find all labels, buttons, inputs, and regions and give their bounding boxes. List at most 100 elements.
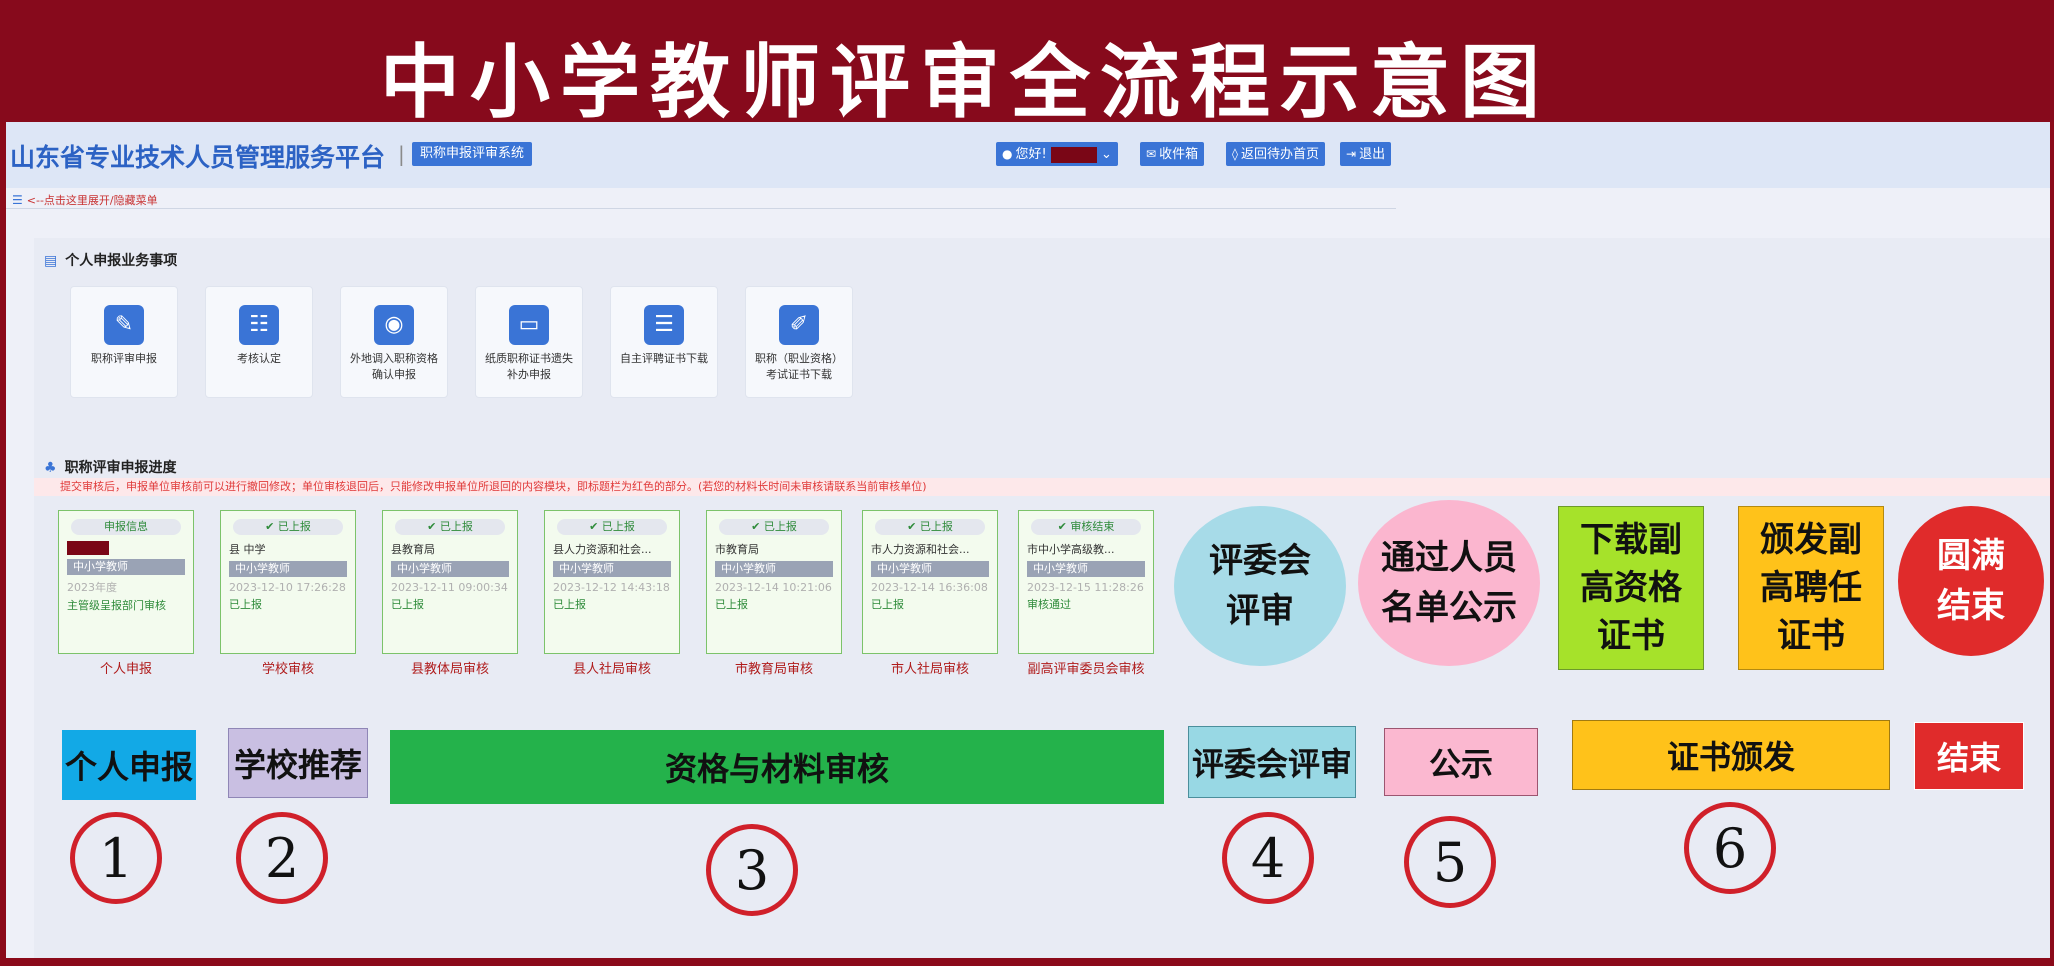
issue-certificate-box: 颁发副高聘任证书 — [1738, 506, 1884, 670]
logout-button[interactable]: ⇥ 退出 — [1340, 142, 1392, 166]
pencil-edit-icon: ✐ — [779, 305, 819, 345]
progress-section-title: ♣ 职称评审申报进度 — [44, 460, 177, 476]
page-title: 中小学教师评审全流程示意图 — [380, 35, 1550, 129]
tile-self-certificate-download[interactable]: ☰ 自主评聘证书下载 — [610, 286, 718, 398]
phase-committee-review: 评委会评审 — [1188, 726, 1356, 798]
divider — [6, 208, 1396, 209]
card-role: 中小学教师 — [715, 561, 833, 577]
progress-card[interactable]: ✔ 已上报 县 中学 中小学教师 2023-12-10 17:26:28 已上报 — [220, 510, 356, 654]
card-time: 2023-12-14 10:21:06 — [715, 581, 832, 594]
logout-icon: ⇥ — [1346, 147, 1357, 161]
card-unit: 县教育局 — [391, 543, 435, 556]
card-time: 2023-12-12 14:43:18 — [553, 581, 670, 594]
user-menu-button[interactable]: ● 您好! ⌄ — [996, 142, 1118, 166]
phase-certificate-issue: 证书颁发 — [1572, 720, 1890, 790]
download-certificate-box: 下载副高资格证书 — [1558, 506, 1704, 670]
org-chart-icon: ♣ — [44, 460, 57, 476]
card-status-header: ✔ 已上报 — [719, 519, 829, 535]
system-badge[interactable]: 职称申报评审系统 — [412, 142, 533, 166]
progress-card[interactable]: ✔ 已上报 县人力资源和社会... 中小学教师 2023-12-12 14:43… — [544, 510, 680, 654]
card-caption: 市教育局审核 — [734, 662, 813, 677]
map-pin-icon: ◉ — [374, 305, 414, 345]
step-number: 3 — [706, 824, 798, 916]
card-caption: 个人申报 — [99, 662, 152, 677]
step-number: 2 — [236, 812, 328, 904]
document-edit-icon: ✎ — [104, 305, 144, 345]
step-number: 4 — [1222, 812, 1314, 904]
card-role: 中小学教师 — [67, 559, 185, 575]
card-role: 中小学教师 — [1027, 561, 1145, 577]
business-section-title: ▤ 个人申报业务事项 — [44, 253, 178, 269]
card-role: 中小学教师 — [871, 561, 989, 577]
phase-school-recommendation: 学校推荐 — [228, 728, 368, 798]
user-document-icon: ☷ — [239, 305, 279, 345]
tile-title-review-application[interactable]: ✎ 职称评审申报 — [70, 286, 178, 398]
progress-card[interactable]: 申报信息 中小学教师 2023年度 主管级呈报部门审核 — [58, 510, 194, 654]
phase-personal-application: 个人申报 — [62, 730, 196, 800]
card-caption: 县人社局审核 — [572, 662, 651, 677]
banner: 中小学教师评审全流程示意图 — [0, 0, 2054, 129]
card-role: 中小学教师 — [553, 561, 671, 577]
phase-publicity: 公示 — [1384, 728, 1538, 796]
step-number: 1 — [70, 812, 162, 904]
progress-card[interactable]: ✔ 审核结束 市中小学高级教... 中小学教师 2023-12-15 11:28… — [1018, 510, 1154, 654]
card-caption: 学校审核 — [261, 662, 314, 677]
platform-screenshot: 山东省专业技术人员管理服务平台 | 职称申报评审系统 ● 您好! ⌄ ✉ 收件箱 ◊… — [6, 122, 2050, 958]
top-bar: 山东省专业技术人员管理服务平台 | 职称申报评审系统 ● 您好! ⌄ ✉ 收件箱 ◊… — [6, 122, 2050, 188]
redacted-username — [1050, 146, 1097, 163]
card-status-header: ✔ 已上报 — [233, 519, 343, 535]
card-time: 2023-12-10 17:26:28 — [229, 581, 346, 594]
card-status: 已上报 — [391, 598, 424, 611]
business-tiles: ✎ 职称评审申报 ☷ 考核认定 ◉ 外地调入职称资格确认申报 ▭ 纸质职称证书遗… — [70, 286, 853, 398]
card-status: 主管级呈报部门审核 — [67, 599, 166, 612]
review-committee-circle: 评委会评审 — [1174, 506, 1346, 666]
bell-icon: ◊ — [1232, 147, 1238, 161]
step-number: 5 — [1404, 816, 1496, 908]
tile-transfer-confirmation[interactable]: ◉ 外地调入职称资格确认申报 — [340, 286, 448, 398]
progress-card[interactable]: ✔ 已上报 县教育局 中小学教师 2023-12-11 09:00:34 已上报 — [382, 510, 518, 654]
card-unit — [67, 541, 185, 555]
card-time: 2023年度 — [67, 581, 117, 594]
card-status: 已上报 — [715, 598, 748, 611]
clipboard-icon: ▤ — [44, 253, 58, 269]
chevron-down-icon: ⌄ — [1100, 147, 1112, 162]
card-status-header: ✔ 审核结束 — [1031, 519, 1141, 535]
card-time: 2023-12-15 11:28:26 — [1027, 581, 1144, 594]
progress-card[interactable]: ✔ 已上报 市教育局 中小学教师 2023-12-14 10:21:06 已上报 — [706, 510, 842, 654]
card-status-header: ✔ 已上报 — [875, 519, 985, 535]
card-status-header: 申报信息 — [71, 519, 181, 535]
card-unit: 县人力资源和社会... — [553, 543, 652, 556]
progress-card[interactable]: ✔ 已上报 市人力资源和社会... 中小学教师 2023-12-14 16:36… — [862, 510, 998, 654]
inbox-button[interactable]: ✉ 收件箱 — [1140, 142, 1205, 166]
list-icon: ☰ — [12, 193, 23, 207]
menu-toggle[interactable]: ☰ <--点击这里展开/隐藏菜单 — [12, 192, 158, 208]
title-separator: | — [398, 142, 405, 166]
card-status-header: ✔ 已上报 — [395, 519, 505, 535]
id-card-icon: ▭ — [509, 305, 549, 345]
mail-icon: ✉ — [1146, 147, 1157, 161]
card-caption: 副高评审委员会审核 — [1027, 662, 1145, 677]
card-unit: 市人力资源和社会... — [871, 543, 970, 556]
publicity-circle: 通过人员名单公示 — [1358, 500, 1540, 666]
card-status: 已上报 — [553, 598, 586, 611]
step-number: 6 — [1684, 802, 1776, 894]
card-unit: 市中小学高级教... — [1027, 543, 1115, 556]
card-time: 2023-12-11 09:00:34 — [391, 581, 508, 594]
notice-bar: 提交审核后，申报单位审核前可以进行撤回修改；单位审核退回后，只能修改申报单位所退… — [34, 478, 2050, 496]
tile-lost-certificate[interactable]: ▭ 纸质职称证书遗失补办申报 — [475, 286, 583, 398]
redacted-text — [67, 541, 109, 555]
card-status: 已上报 — [229, 598, 262, 611]
complete-circle: 圆满结束 — [1898, 506, 2044, 656]
card-caption: 县教体局审核 — [410, 662, 489, 677]
card-status: 已上报 — [871, 598, 904, 611]
card-status: 审核通过 — [1027, 598, 1071, 611]
card-unit: 县 中学 — [229, 543, 266, 556]
platform-title: 山东省专业技术人员管理服务平台 — [10, 143, 386, 172]
card-caption: 市人社局审核 — [890, 662, 969, 677]
card-role: 中小学教师 — [229, 561, 347, 577]
tile-exam-certificate-download[interactable]: ✐ 职称（职业资格）考试证书下载 — [745, 286, 853, 398]
card-unit: 市教育局 — [715, 543, 759, 556]
back-home-button[interactable]: ◊ 返回待办首页 — [1226, 142, 1325, 166]
user-list-icon: ☰ — [644, 305, 684, 345]
tile-assessment[interactable]: ☷ 考核认定 — [205, 286, 313, 398]
